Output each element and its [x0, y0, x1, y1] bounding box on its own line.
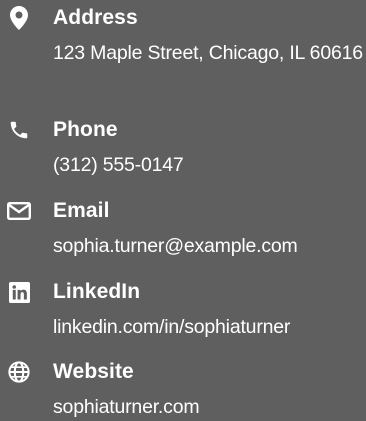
map-marker-icon [7, 6, 31, 30]
globe-icon [7, 360, 31, 384]
phone-icon [7, 118, 31, 142]
email-label: Email [53, 199, 110, 222]
linkedin-label: LinkedIn [53, 280, 141, 303]
phone-label: Phone [53, 118, 118, 141]
website-label: Website [53, 360, 134, 383]
envelope-icon [7, 199, 31, 223]
address-label: Address [53, 6, 138, 29]
email-link[interactable]: sophia.turner@example.com [53, 232, 366, 260]
phone-link[interactable]: (312) 555-0147 [53, 151, 366, 179]
linkedin-icon [7, 280, 31, 304]
address-value: 123 Maple Street, Chicago, IL 60616 [53, 42, 363, 64]
linkedin-link[interactable]: linkedin.com/in/sophiaturner [53, 313, 366, 341]
